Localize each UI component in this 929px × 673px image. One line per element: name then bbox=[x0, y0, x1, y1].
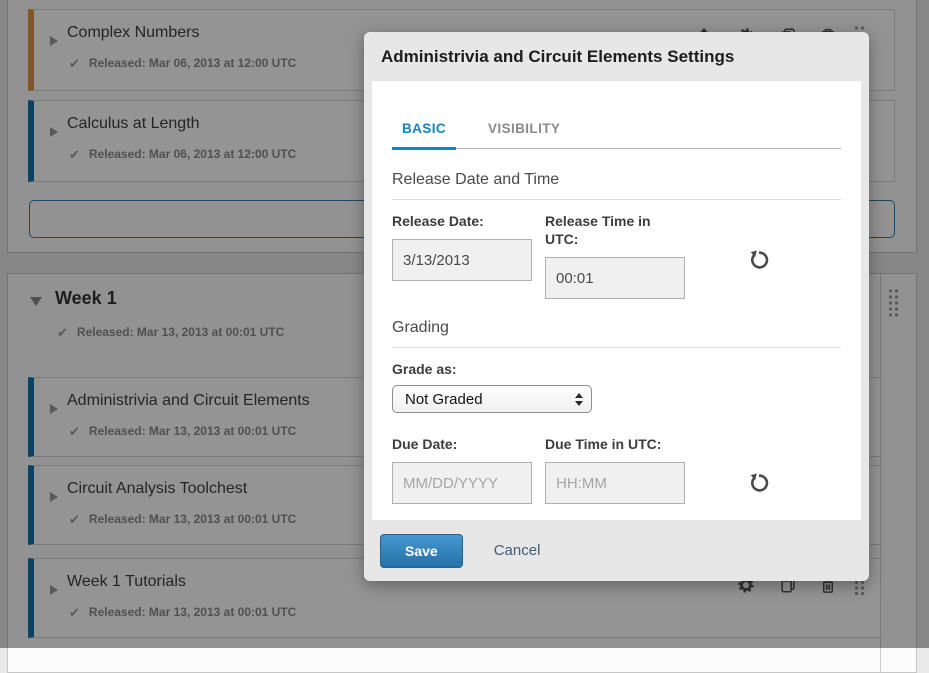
release-date-field: Release Date: bbox=[392, 212, 532, 281]
release-fields: Release Date: Release Time in UTC: bbox=[392, 212, 841, 299]
release-section-heading: Release Date and Time bbox=[392, 169, 841, 200]
modal-body: BASIC VISIBILITY Release Date and Time R… bbox=[372, 81, 861, 520]
tab-basic[interactable]: BASIC bbox=[392, 121, 456, 150]
due-date-field: Due Date: bbox=[392, 435, 532, 504]
modal-title: Administrivia and Circuit Elements Setti… bbox=[364, 32, 869, 81]
grade-as-label: Grade as: bbox=[392, 360, 841, 378]
due-date-input[interactable] bbox=[392, 462, 532, 504]
grade-select[interactable]: Not Graded bbox=[392, 385, 592, 413]
select-arrows-icon bbox=[575, 393, 583, 406]
grade-select-value: Not Graded bbox=[405, 391, 483, 408]
due-date-label: Due Date: bbox=[392, 435, 532, 453]
due-time-label: Due Time in UTC: bbox=[545, 435, 685, 453]
settings-modal: Administrivia and Circuit Elements Setti… bbox=[364, 32, 869, 581]
release-time-label: Release Time in UTC: bbox=[545, 212, 685, 248]
release-date-label: Release Date: bbox=[392, 212, 532, 230]
release-time-input[interactable] bbox=[545, 257, 685, 299]
due-time-input[interactable] bbox=[545, 462, 685, 504]
due-time-field: Due Time in UTC: bbox=[545, 435, 685, 504]
release-time-field: Release Time in UTC: bbox=[545, 212, 685, 299]
reset-release-icon[interactable] bbox=[748, 249, 770, 271]
save-button[interactable]: Save bbox=[380, 534, 463, 568]
tab-visibility[interactable]: VISIBILITY bbox=[478, 121, 570, 150]
modal-tabs: BASIC VISIBILITY bbox=[392, 121, 841, 149]
due-fields: Due Date: Due Time in UTC: bbox=[392, 435, 841, 504]
cancel-button[interactable]: Cancel bbox=[488, 541, 547, 560]
release-date-input[interactable] bbox=[392, 239, 532, 281]
reset-due-icon[interactable] bbox=[748, 472, 770, 494]
modal-footer: Save Cancel bbox=[364, 520, 869, 581]
grading-section-heading: Grading bbox=[392, 317, 841, 348]
